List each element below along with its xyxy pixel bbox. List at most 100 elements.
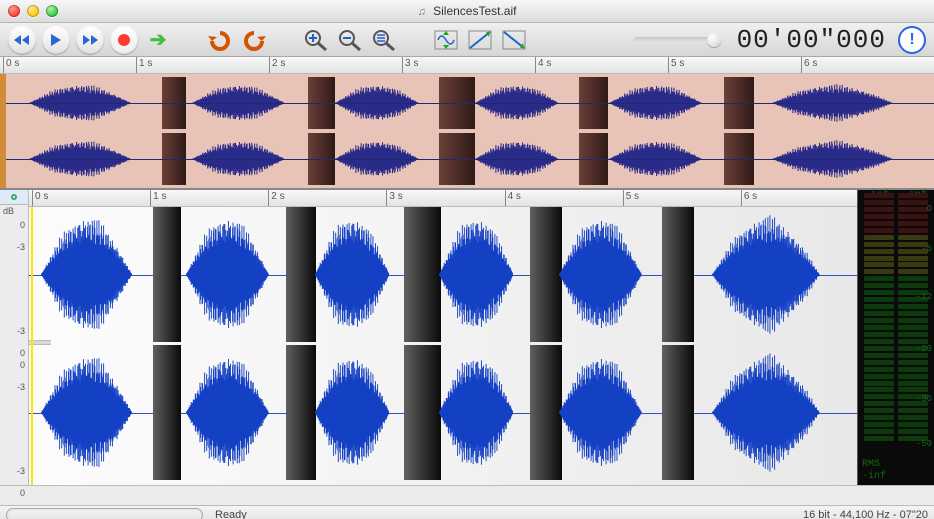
overview-waveform-burst	[29, 77, 131, 129]
playhead[interactable]	[31, 207, 33, 485]
zoom-in-button[interactable]	[302, 26, 330, 54]
fade-in-button[interactable]	[466, 26, 494, 54]
waveform-burst	[712, 207, 820, 342]
play-button[interactable]	[42, 26, 70, 54]
redo-icon	[242, 29, 266, 51]
waveform-burst	[315, 207, 390, 342]
db-tick: 0	[20, 488, 25, 498]
waveform-editor: 0 s1 s2 s3 s4 s5 s6 s7 s	[29, 190, 857, 485]
overview-time-ruler[interactable]: 0 s1 s2 s3 s4 s5 s6 s7 s	[0, 57, 934, 74]
minimize-window-button[interactable]	[27, 5, 39, 17]
ruler-tick-label: 6 s	[804, 58, 817, 69]
volume-slider[interactable]	[634, 37, 719, 43]
meter-footer-value: -inf	[862, 471, 886, 483]
meter-footer-label: RMS	[862, 459, 886, 471]
silence-block[interactable]	[530, 207, 562, 342]
record-button[interactable]	[110, 26, 138, 54]
play-icon	[50, 33, 62, 47]
ruler-tick-label: 1 s	[139, 58, 152, 69]
overview-waveform-burst	[475, 133, 559, 185]
silence-block[interactable]	[286, 345, 317, 480]
document-icon: ♫	[418, 6, 426, 18]
overview-waveform-burst	[772, 77, 893, 129]
progress-bar	[6, 508, 203, 519]
info-button[interactable]: !	[898, 26, 926, 54]
overview-waveform-burst	[192, 77, 285, 129]
record-icon	[117, 33, 131, 47]
ruler-tick-label: 5 s	[626, 191, 639, 202]
status-bar: Ready 16 bit - 44,100 Hz - 07"20	[0, 505, 934, 519]
meter-scale-tick: -20	[916, 344, 932, 354]
waveform-burst	[439, 207, 514, 342]
overview-waveform-burst	[609, 77, 702, 129]
silence-block[interactable]	[662, 207, 694, 342]
silence-block[interactable]	[404, 345, 441, 480]
forward-icon	[82, 34, 98, 46]
track-channel-left	[29, 207, 857, 342]
next-marker-button[interactable]: ➔	[144, 26, 172, 54]
track-settings-button[interactable]	[0, 190, 28, 205]
undo-button[interactable]	[206, 26, 234, 54]
track-channel-right	[29, 345, 857, 480]
meter-scale-tick: -12	[916, 292, 932, 302]
overview-channel-left	[6, 77, 934, 129]
meter-scale-tick: -30	[916, 394, 932, 404]
info-icon: !	[909, 31, 914, 49]
silence-block[interactable]	[153, 207, 180, 342]
main-editor-area: dB 0-3-300-3-30 0 s1 s2 s3 s4 s5 s6 s7 s…	[0, 189, 934, 485]
forward-button[interactable]	[76, 26, 104, 54]
normalize-button[interactable]	[432, 26, 460, 54]
overview-silence-block	[162, 77, 186, 129]
silence-block[interactable]	[530, 345, 562, 480]
fade-in-icon	[467, 29, 493, 51]
silence-block[interactable]	[404, 207, 441, 342]
window-title: SilencesTest.aif	[433, 4, 516, 18]
redo-button[interactable]	[240, 26, 268, 54]
silence-block[interactable]	[662, 345, 694, 480]
overview-waveform-burst	[29, 133, 131, 185]
ruler-tick-label: 2 s	[271, 191, 284, 202]
overview-channel-right	[6, 133, 934, 185]
overview-waveform-burst	[475, 77, 559, 129]
overview-silence-block	[308, 133, 336, 185]
ruler-tick-label: 0 s	[6, 58, 19, 69]
zoom-window-button[interactable]	[46, 5, 58, 17]
ruler-tick-label: 6 s	[744, 191, 757, 202]
waveform-tracks[interactable]	[29, 207, 857, 485]
silence-block[interactable]	[153, 345, 180, 480]
waveform-burst	[41, 345, 132, 480]
status-text: Ready	[215, 509, 247, 519]
overview-silence-block	[724, 133, 754, 185]
zoom-out-button[interactable]	[336, 26, 364, 54]
overview-waveform-burst	[772, 133, 893, 185]
level-meters: -inf -inf 0-6-12-20-30-50 RMS -inf	[857, 190, 934, 485]
waveform-burst	[712, 345, 820, 480]
zoom-fit-button[interactable]	[370, 26, 398, 54]
ruler-tick-label: 4 s	[508, 191, 521, 202]
silence-block[interactable]	[286, 207, 317, 342]
gear-icon	[8, 192, 20, 202]
ruler-tick-label: 1 s	[153, 191, 166, 202]
db-tick-labels: 0-3-300-3-30	[0, 220, 28, 485]
ruler-tick-label: 3 s	[389, 191, 402, 202]
normalize-icon	[433, 29, 459, 51]
window-traffic-lights	[8, 5, 58, 17]
waveform-burst	[41, 207, 132, 342]
overview-waveform[interactable]	[0, 74, 934, 189]
waveform-burst	[315, 345, 390, 480]
zoom-fit-icon	[372, 29, 396, 51]
ruler-tick-label: 2 s	[272, 58, 285, 69]
fade-out-button[interactable]	[500, 26, 528, 54]
meter-scale-tick: -6	[921, 244, 932, 254]
volume-knob[interactable]	[707, 33, 721, 47]
db-tick: 0	[20, 220, 25, 230]
overview-silence-block	[579, 77, 609, 129]
rewind-button[interactable]	[8, 26, 36, 54]
close-window-button[interactable]	[8, 5, 20, 17]
waveform-burst	[186, 345, 269, 480]
overview-silence-block	[308, 77, 336, 129]
waveform-burst	[439, 345, 514, 480]
ruler-tick-label: 0 s	[35, 191, 48, 202]
main-time-ruler[interactable]: 0 s1 s2 s3 s4 s5 s6 s7 s	[29, 190, 857, 207]
db-tick: -3	[17, 382, 25, 392]
